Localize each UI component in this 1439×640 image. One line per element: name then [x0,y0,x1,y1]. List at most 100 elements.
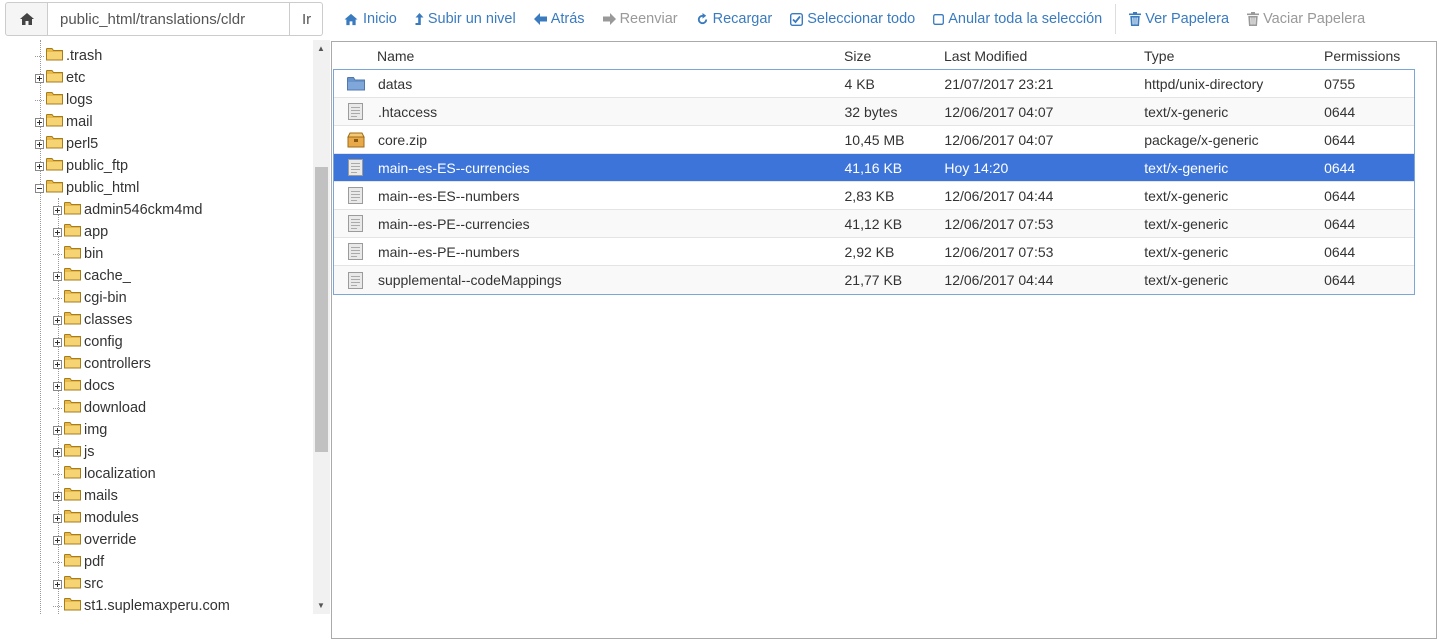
expand-icon[interactable] [53,425,62,435]
expand-icon[interactable] [53,535,62,545]
file-icon [334,187,378,204]
tree-item[interactable]: public_ftp [35,155,128,177]
file-row[interactable]: main--es-ES--numbers 2,83 KB 12/06/2017 04… [334,182,1414,210]
go-button[interactable]: Ir [290,2,323,36]
file-size: 4 KB [844,75,875,92]
file-row[interactable]: datas 4 KB 21/07/2017 23:21 httpd/unix-dire… [334,70,1414,98]
forward-button[interactable]: Reenviar [594,11,687,27]
forward-label: Reenviar [619,11,678,27]
scrollbar-thumb[interactable] [315,167,328,452]
tree-item[interactable]: perl5 [35,133,98,155]
home-icon [19,13,34,25]
file-type: text/x-generic [1144,243,1229,260]
home-button[interactable] [5,2,48,36]
file-type: text/x-generic [1144,215,1229,232]
tree-item[interactable]: cache_ [53,265,131,287]
file-name: supplemental--codeMappings [377,272,562,288]
expand-icon[interactable] [53,381,62,391]
folder-icon [64,289,81,307]
tree-item[interactable]: logs [35,89,93,111]
file-row[interactable]: supplemental--codeMappings 21,77 KB 12/06/… [334,266,1414,294]
folder-icon [46,113,63,131]
expand-icon[interactable] [35,139,44,149]
expand-icon[interactable] [35,117,44,127]
tree-item[interactable]: st1.suplemaxperu.com [53,595,230,614]
expand-icon[interactable] [53,227,62,237]
tree-item[interactable]: img [53,419,107,441]
empty-trash-button[interactable]: Vaciar Papelera [1238,11,1374,27]
select-all-button[interactable]: Seleccionar todo [781,11,924,27]
modified-column-header[interactable]: Last Modified [944,48,1144,64]
arrow-right-icon [602,13,616,25]
scroll-up-icon[interactable]: ▲ [317,44,325,53]
tree-item[interactable]: .trash [35,45,102,67]
tree-item[interactable]: override [53,529,136,551]
name-column-header[interactable]: Name [377,48,844,64]
folder-icon [64,531,81,549]
type-column-header[interactable]: Type [1144,48,1324,64]
tree-item[interactable]: modules [53,507,139,529]
folder-icon [64,333,81,351]
file-row[interactable]: main--es-PE--numbers 2,92 KB 12/06/2017 07… [334,238,1414,266]
tree-scrollbar[interactable]: ▲ ▼ [313,40,330,614]
tree-item[interactable]: docs [53,375,115,397]
tree-item[interactable]: src [53,573,103,595]
tree-item[interactable]: controllers [53,353,151,375]
expand-icon[interactable] [53,513,62,523]
file-row[interactable]: .htaccess 32 bytes 12/06/2017 04:07 text/x-… [334,98,1414,126]
path-input[interactable] [48,2,290,36]
expand-icon[interactable] [53,491,62,501]
folder-icon [64,245,81,263]
tree-item[interactable]: classes [53,309,132,331]
folder-icon [64,223,81,241]
expand-icon[interactable] [53,579,62,589]
file-modified: Hoy 14:20 [944,159,1009,176]
expand-icon[interactable] [53,271,62,281]
expand-icon[interactable] [35,161,44,171]
tree-item[interactable]: download [53,397,146,419]
expand-icon[interactable] [53,205,62,215]
tree-item-label: pdf [84,554,105,570]
tree-item-label: mail [66,114,93,130]
file-row[interactable]: main--es-PE--currencies 41,12 KB 12/06/201… [334,210,1414,238]
folder-icon [64,311,81,329]
tree-connector [53,605,62,607]
scroll-down-icon[interactable]: ▼ [317,601,325,610]
expand-icon[interactable] [53,337,62,347]
expand-icon[interactable] [53,447,62,457]
expand-icon[interactable] [53,359,62,369]
collapse-icon[interactable] [35,183,44,193]
tree-item[interactable]: bin [53,243,103,265]
tree-item[interactable]: pdf [53,551,104,573]
size-column-header[interactable]: Size [844,48,944,64]
tree-item[interactable]: mail [35,111,93,133]
tree-item[interactable]: etc [35,67,85,89]
expand-icon[interactable] [35,73,44,83]
arrow-left-icon [533,13,547,25]
tree-item[interactable]: app [53,221,108,243]
tree-item[interactable]: config [53,331,123,353]
file-permissions: 0644 [1324,131,1356,148]
tree-item[interactable]: js [53,441,94,463]
tree-item[interactable]: localization [53,463,156,485]
home-toolbar-button[interactable]: Inicio [334,11,406,27]
file-row[interactable]: main--es-ES--currencies 41,16 KB Hoy 14:20… [334,154,1414,182]
permissions-column-header[interactable]: Permissions [1324,48,1414,64]
up-one-level-button[interactable]: Subir un nivel [406,11,525,27]
tree-item[interactable]: public_html [35,177,139,199]
file-row[interactable]: core.zip 10,45 MB 12/06/2017 04:07 package/… [334,126,1414,154]
reload-button[interactable]: Recargar [687,11,782,27]
file-name: datas [377,75,413,92]
tree-item[interactable]: cgi-bin [53,287,127,309]
tree-item[interactable]: admin546ckm4md [53,199,202,221]
back-button[interactable]: Atrás [525,11,594,27]
tree-item[interactable]: mails [53,485,118,507]
home-toolbar-label: Inicio [363,11,397,27]
file-name: .htaccess [377,103,438,120]
expand-icon[interactable] [53,315,62,325]
level-up-icon [415,12,424,25]
view-trash-button[interactable]: Ver Papelera [1120,11,1238,27]
folder-icon [46,91,63,109]
unselect-all-button[interactable]: Anular toda la selección [924,11,1111,27]
file-permissions: 0644 [1324,103,1356,120]
